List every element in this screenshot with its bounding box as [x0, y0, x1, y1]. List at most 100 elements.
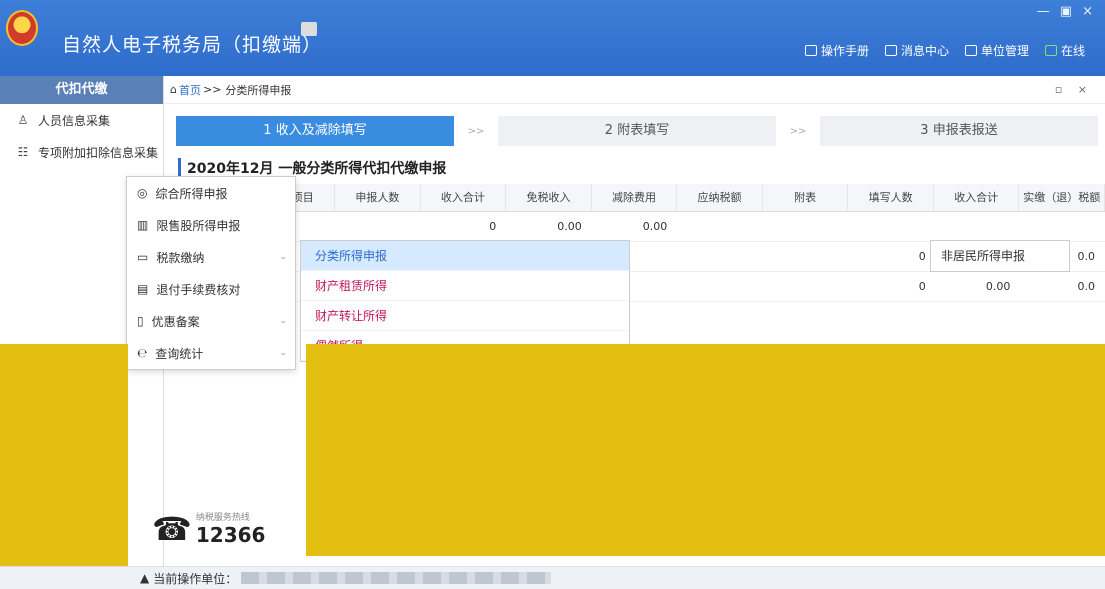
column-header: 附表: [763, 184, 849, 211]
menu-item-icon: ▭: [137, 250, 149, 264]
minimize-button[interactable]: —: [1037, 4, 1050, 19]
table-cell: [763, 212, 849, 241]
app-title: 自然人电子税务局（扣缴端）: [62, 34, 323, 56]
nonresident-submenu: 非居民所得申报: [930, 240, 1070, 272]
status-bar: ▲ 当前操作单位：: [0, 566, 1105, 589]
submenu-item[interactable]: 财产转让所得: [301, 301, 629, 331]
table-cell: [766, 242, 851, 271]
table-row: 0 0.00 0.00: [164, 212, 1105, 242]
title-bar: 自然人电子税务局（扣缴端） — ▣ × 操作手册 消息中心 单位管理 在线: [0, 0, 1105, 76]
top-actions: 操作手册 消息中心 单位管理 在线: [804, 42, 1085, 59]
mail-icon: [884, 45, 897, 56]
message-center-button[interactable]: 消息中心: [884, 42, 949, 59]
chevron-down-icon: ⌄: [279, 252, 287, 262]
table-cell: 0.00: [642, 220, 668, 233]
breadcrumb-current: 分类所得申报: [225, 83, 292, 97]
service-hotline: ☎ 纳税服务热线 12366: [152, 509, 266, 548]
table-cell: 0: [918, 280, 926, 293]
tax-emblem-logo: [6, 10, 38, 46]
submenu-item[interactable]: 非居民所得申报: [931, 241, 1069, 271]
tab-close-button[interactable]: ▫ ×: [1055, 83, 1093, 96]
unit-name-redacted: [241, 572, 552, 584]
menu-item-icon: ▥: [137, 218, 149, 232]
sidebar-item-special-deduction[interactable]: ☷ 专项附加扣除信息采集: [0, 136, 163, 168]
menu-item-icon: ▤: [137, 282, 149, 296]
column-header: 应纳税额: [677, 184, 763, 211]
overlay-block: [0, 344, 128, 566]
menu-item[interactable]: ▭ 税款缴纳 ⌄: [127, 241, 295, 273]
table-cell: [848, 212, 934, 241]
table-cell: 0.00: [557, 220, 582, 233]
list-icon: ☷: [17, 145, 29, 159]
menu-item[interactable]: ◎ 综合所得申报: [127, 177, 295, 209]
sidebar-item-person-info[interactable]: ♙ 人员信息采集: [0, 104, 163, 136]
window-controls: — ▣ ×: [1037, 4, 1093, 19]
table-cell: [934, 212, 1020, 241]
menu-item[interactable]: ▯ 优惠备案 ⌄: [127, 305, 295, 337]
step-attachment[interactable]: 2 附表填写: [498, 116, 776, 146]
wallet-icon[interactable]: [301, 22, 317, 36]
report-title: 2020年12月 一般分类所得代扣代缴申报: [178, 158, 446, 178]
online-status-icon: [1044, 45, 1057, 56]
menu-item-label: 退付手续费核对: [156, 282, 241, 297]
unit-management-button[interactable]: 单位管理: [964, 42, 1029, 59]
hotline-number: 12366: [195, 523, 266, 547]
hotline-caption: 纳税服务热线: [195, 513, 250, 523]
sidebar-header: 代扣代缴: [0, 76, 163, 104]
step-submit[interactable]: 3 申报表报送: [820, 116, 1098, 146]
maximize-button[interactable]: ▣: [1060, 4, 1072, 19]
breadcrumb-separator: >>: [202, 83, 222, 96]
column-header: 填写人数: [848, 184, 934, 211]
phone-icon: ☎: [152, 509, 192, 548]
table-cell: 0.0: [1077, 280, 1096, 293]
step-income[interactable]: 1 收入及减除填写: [176, 116, 454, 146]
table-cell: [766, 272, 851, 301]
manual-button[interactable]: 操作手册: [804, 42, 869, 59]
menu-item-label: 限售股所得申报: [156, 218, 241, 233]
menu-item[interactable]: ℮ 查询统计 ⌄: [127, 337, 295, 369]
chevron-down-icon: ⌄: [279, 316, 287, 326]
menu-item[interactable]: ▥ 限售股所得申报: [127, 209, 295, 241]
online-status[interactable]: 在线: [1044, 42, 1085, 59]
column-header: 减除费用: [592, 184, 678, 211]
table-cell: 0: [489, 220, 497, 233]
breadcrumb: ⌂ 首页 >> 分类所得申报 ▫ ×: [164, 76, 1105, 104]
table-cell: [335, 212, 421, 241]
step-bar: 1 收入及减除填写 >> 2 附表填写 >> 3 申报表报送: [176, 116, 1098, 146]
column-header: 收入合计: [934, 184, 1020, 211]
table-cell: [677, 212, 763, 241]
menu-item-label: 优惠备案: [151, 314, 200, 329]
menu-item-icon: ◎: [137, 186, 148, 200]
step-arrow: >>: [467, 125, 485, 137]
overlay-block: [306, 344, 1105, 556]
table-cell: [682, 272, 767, 301]
submenu-item[interactable]: 分类所得申报: [301, 241, 629, 271]
breadcrumb-home[interactable]: 首页: [179, 82, 201, 98]
table-cell: 0.00: [985, 280, 1011, 293]
column-header: 收入合计: [421, 184, 507, 211]
declaration-menu: ◎ 综合所得申报 ▥ 限售股所得申报 ▭ 税款缴纳 ⌄ ▤ 退付手续费核对 ▯ 优惠备案 ⌄ ℮ 查询统计…: [126, 176, 296, 370]
column-header: 实缴（退）税额: [1019, 184, 1105, 211]
step-arrow: >>: [789, 125, 807, 137]
column-header: 申报人数: [335, 184, 421, 211]
chevron-down-icon: ⌄: [279, 348, 287, 358]
document-icon: [804, 45, 817, 56]
table-cell: 0: [918, 250, 926, 263]
user-icon: ▲: [140, 571, 150, 585]
column-header: 免税收入: [506, 184, 592, 211]
building-icon: [964, 45, 977, 56]
table-cell: [1019, 212, 1105, 241]
submenu-item[interactable]: 财产租赁所得: [301, 271, 629, 301]
menu-item-label: 综合所得申报: [155, 186, 228, 201]
table-cell: [682, 242, 767, 271]
menu-item-label: 查询统计: [155, 346, 204, 361]
menu-item[interactable]: ▤ 退付手续费核对: [127, 273, 295, 305]
person-icon: ♙: [17, 113, 29, 127]
menu-item-label: 税款缴纳: [156, 250, 205, 265]
menu-item-icon: ▯: [137, 314, 144, 328]
current-unit-label: 当前操作单位：: [153, 571, 238, 586]
home-icon: ⌂: [170, 83, 177, 96]
menu-item-icon: ℮: [137, 346, 148, 360]
table-header: 操作所得项目申报人数收入合计免税收入减除费用应纳税额附表填写人数收入合计实缴（退…: [164, 184, 1105, 212]
close-button[interactable]: ×: [1082, 4, 1093, 19]
